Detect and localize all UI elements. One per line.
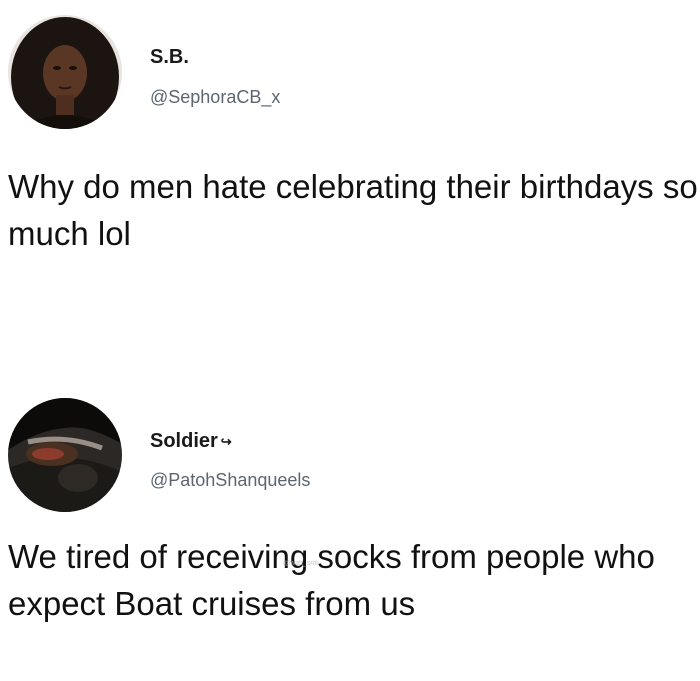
- arrow-badge-icon: ↪: [220, 434, 232, 449]
- tweet-text: We tired of receiving socks from people …: [8, 538, 655, 622]
- profile-photo-woman-icon: [8, 15, 122, 129]
- tweet-text: Why do men hate celebrating their birthd…: [8, 168, 698, 252]
- display-name-text: Soldier: [150, 430, 218, 452]
- watermark: @watt_smt: [283, 560, 319, 567]
- avatar[interactable]: [8, 15, 122, 129]
- profile-photo-man-masked-icon: [8, 398, 122, 512]
- display-name[interactable]: S.B.: [150, 46, 189, 69]
- tweet-card: S.B. @SephoraCB_x Why do men hate celebr…: [0, 0, 700, 300]
- user-handle[interactable]: @SephoraCB_x: [150, 87, 280, 108]
- tweet-card: Soldier ↪ @PatohShanqueels We tired of re…: [0, 385, 700, 681]
- display-name-text: S.B.: [150, 46, 189, 68]
- user-handle[interactable]: @PatohShanqueels: [150, 470, 310, 491]
- display-name[interactable]: Soldier ↪: [150, 430, 232, 453]
- avatar[interactable]: [8, 398, 122, 512]
